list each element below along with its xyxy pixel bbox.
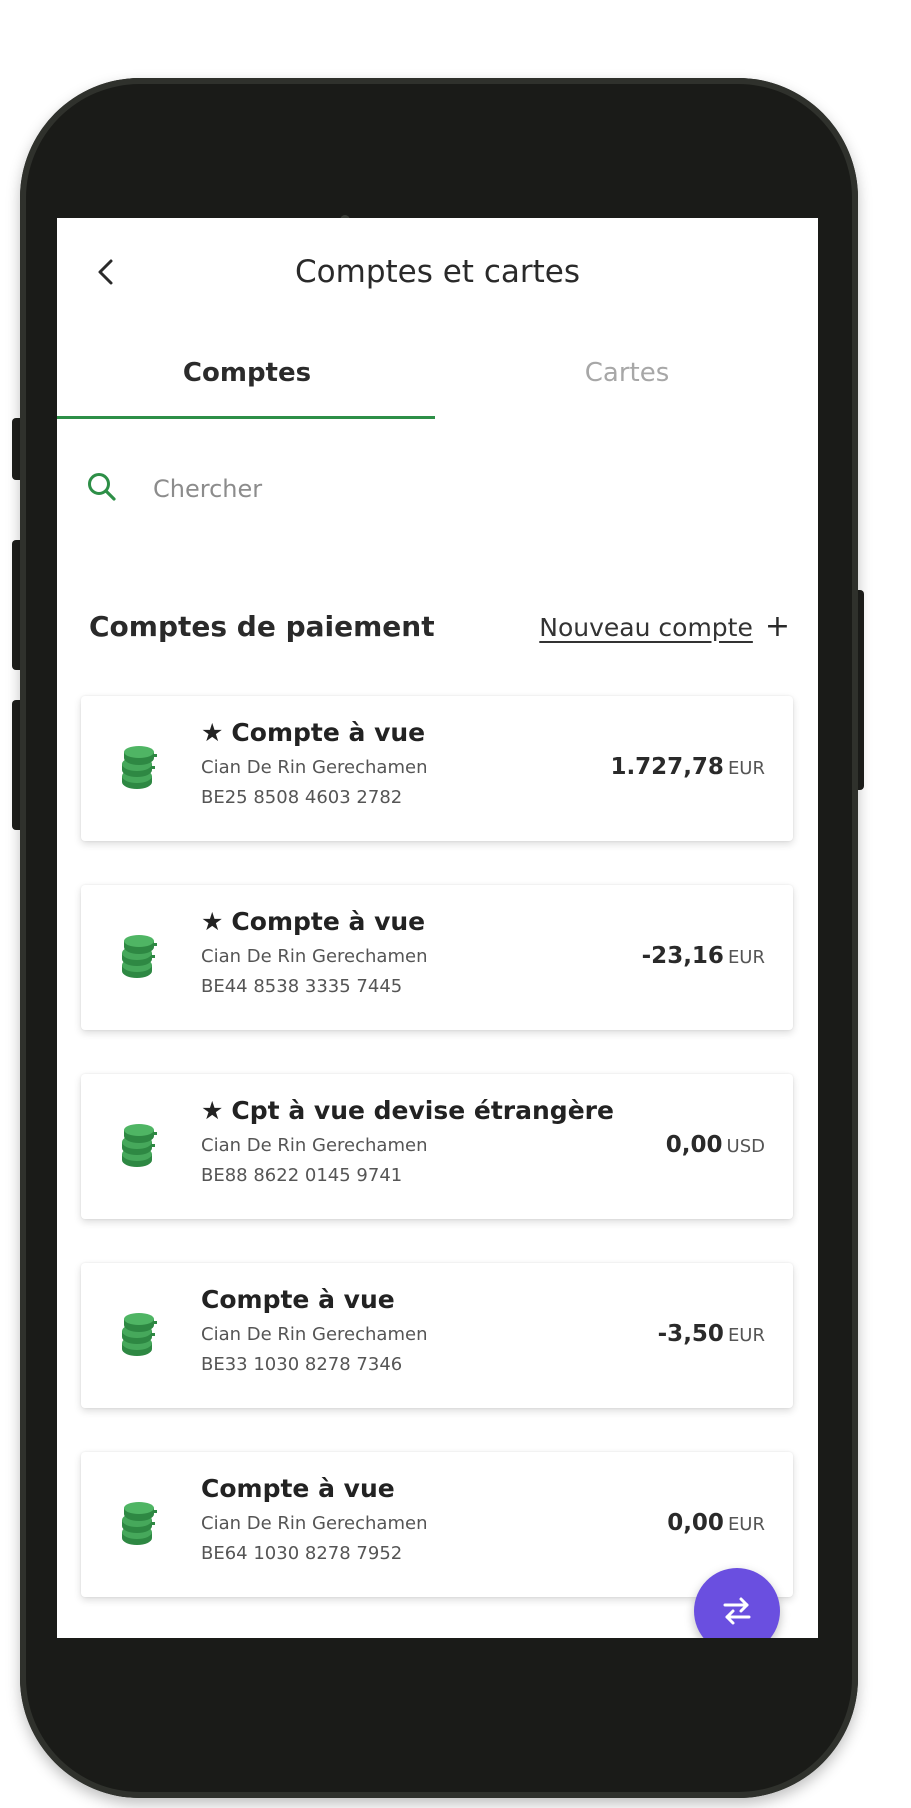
- account-iban: BE64 1030 8278 7952: [201, 1543, 403, 1564]
- plus-icon: +: [764, 609, 790, 644]
- star-icon: ★: [201, 907, 224, 936]
- account-holder: Cian De Rin Gerechamen: [201, 946, 428, 967]
- account-card[interactable]: Compte à vue Cian De Rin Gerechamen BE33…: [81, 1263, 793, 1408]
- account-holder: Cian De Rin Gerechamen: [201, 757, 428, 778]
- account-name-text: Cpt à vue devise étrangère: [231, 1096, 614, 1125]
- transfer-arrows-icon: [723, 1597, 751, 1625]
- balance-amount: -23,16: [641, 943, 724, 969]
- account-name: Compte à vue: [201, 1285, 427, 1314]
- account-balance: 0,00 EUR: [667, 1510, 765, 1536]
- account-balance: -23,16 EUR: [642, 943, 765, 969]
- section-title: Comptes de paiement: [89, 610, 435, 643]
- balance-currency: USD: [726, 1136, 765, 1157]
- search-input[interactable]: [151, 468, 775, 510]
- app-header: Comptes et cartes: [57, 218, 818, 328]
- account-iban: BE88 8622 0145 9741: [201, 1165, 403, 1186]
- account-card[interactable]: ★ Cpt à vue devise étrangère Cian De Rin …: [81, 1074, 793, 1219]
- coins-icon: [122, 1124, 157, 1167]
- coins-icon: [122, 1502, 157, 1545]
- coins-icon: [122, 746, 157, 789]
- account-iban: BE33 1030 8278 7346: [201, 1354, 403, 1375]
- balance-amount: 1.727,78: [610, 754, 724, 780]
- account-balance: 1.727,78 EUR: [610, 754, 765, 780]
- account-iban: BE25 8508 4603 2782: [201, 787, 403, 808]
- account-name: ★ Compte à vue: [201, 907, 427, 936]
- account-iban: BE44 8538 3335 7445: [201, 976, 403, 997]
- search-bar: [85, 462, 785, 522]
- account-balance: 0,00 USD: [666, 1132, 765, 1158]
- account-info: ★ Compte à vue Cian De Rin Gerechamen BE2…: [201, 718, 427, 813]
- account-info: ★ Compte à vue Cian De Rin Gerechamen BE4…: [201, 907, 427, 1002]
- account-list: ★ Compte à vue Cian De Rin Gerechamen BE2…: [81, 696, 793, 1638]
- account-name-text: Compte à vue: [231, 718, 426, 747]
- tab-bar: Comptes Cartes: [57, 328, 818, 422]
- balance-currency: EUR: [727, 758, 765, 779]
- account-name: Compte à vue: [201, 1474, 427, 1503]
- balance-amount: -3,50: [657, 1321, 724, 1347]
- account-info: Compte à vue Cian De Rin Gerechamen BE33…: [201, 1285, 427, 1380]
- account-card[interactable]: ★ Compte à vue Cian De Rin Gerechamen BE2…: [81, 696, 793, 841]
- account-name: ★ Compte à vue: [201, 718, 427, 747]
- account-holder: Cian De Rin Gerechamen: [201, 1513, 428, 1534]
- device-mockup: Comptes et cartes Comptes Cartes Comptes…: [0, 0, 911, 1808]
- account-name: ★ Cpt à vue devise étrangère: [201, 1096, 614, 1125]
- app-screen: Comptes et cartes Comptes Cartes Comptes…: [57, 218, 818, 1638]
- account-balance: -3,50 EUR: [658, 1321, 765, 1347]
- new-account-button[interactable]: Nouveau compte +: [539, 612, 790, 642]
- account-info: Compte à vue Cian De Rin Gerechamen BE64…: [201, 1474, 427, 1569]
- balance-currency: EUR: [727, 1514, 765, 1535]
- coins-icon: [122, 935, 157, 978]
- coins-icon: [122, 1313, 157, 1356]
- account-card[interactable]: Compte à vue Cian De Rin Gerechamen BE64…: [81, 1452, 793, 1597]
- star-icon: ★: [201, 1096, 224, 1125]
- account-card[interactable]: ★ Compte à vue Cian De Rin Gerechamen BE4…: [81, 885, 793, 1030]
- active-tab-indicator: [57, 416, 435, 419]
- account-holder: Cian De Rin Gerechamen: [201, 1324, 428, 1345]
- tab-cartes[interactable]: Cartes: [437, 328, 817, 418]
- page-title: Comptes et cartes: [295, 254, 580, 290]
- tab-comptes[interactable]: Comptes: [57, 328, 437, 418]
- balance-currency: EUR: [727, 947, 765, 968]
- account-name-text: Compte à vue: [231, 907, 426, 936]
- star-icon: ★: [201, 718, 224, 747]
- account-name-text: Compte à vue: [201, 1285, 395, 1314]
- balance-amount: 0,00: [667, 1510, 724, 1536]
- account-holder: Cian De Rin Gerechamen: [201, 1135, 428, 1156]
- balance-currency: EUR: [727, 1325, 765, 1346]
- new-account-label: Nouveau compte: [539, 612, 753, 642]
- account-name-text: Compte à vue: [201, 1474, 395, 1503]
- account-info: ★ Cpt à vue devise étrangère Cian De Rin …: [201, 1096, 614, 1191]
- balance-amount: 0,00: [665, 1132, 723, 1158]
- search-icon: [88, 473, 116, 501]
